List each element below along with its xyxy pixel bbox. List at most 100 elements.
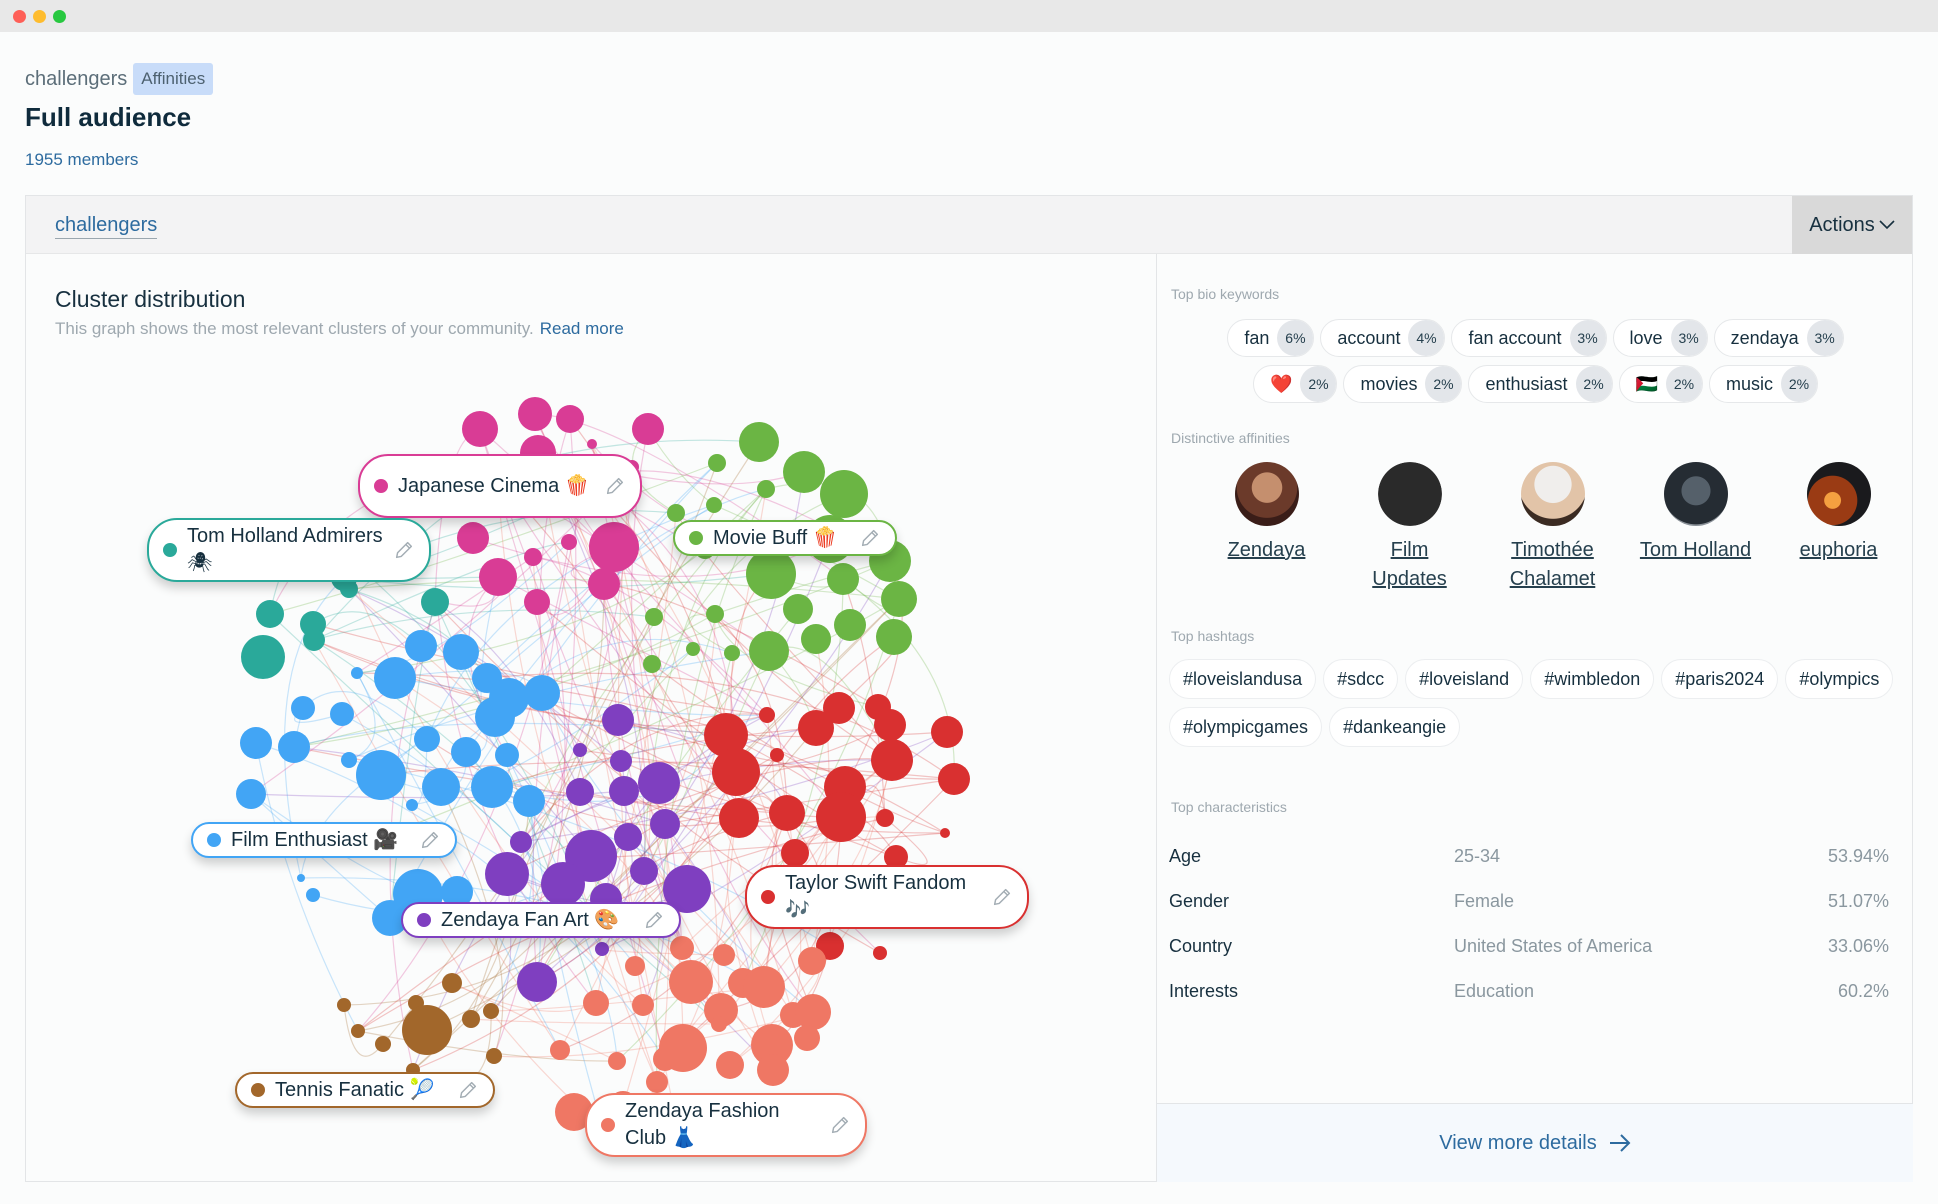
keyword-chip[interactable]: music 2% (1708, 365, 1818, 403)
cluster-node[interactable] (632, 413, 664, 445)
cluster-node[interactable] (739, 422, 779, 462)
cluster-node[interactable] (583, 990, 609, 1016)
cluster-node[interactable] (659, 1024, 707, 1072)
hashtag-chip[interactable]: #dankeangie (1329, 707, 1461, 747)
cluster-node[interactable] (510, 831, 532, 853)
cluster-node[interactable] (513, 785, 545, 817)
cluster-node[interactable] (405, 630, 437, 662)
actions-button[interactable]: Actions (1792, 196, 1912, 254)
cluster-node[interactable] (713, 944, 735, 966)
cluster-node[interactable] (589, 522, 639, 572)
cluster-node[interactable] (706, 605, 724, 623)
cluster-node[interactable] (816, 792, 866, 842)
cluster-node[interactable] (827, 563, 859, 595)
tom-holland-avatar[interactable] (1663, 462, 1728, 526)
cluster-node[interactable] (524, 675, 560, 711)
minimize-window-button[interactable] (33, 10, 46, 23)
affinity-item[interactable]: euphoria (1767, 462, 1910, 594)
hashtag-chip[interactable]: #olympics (1785, 659, 1894, 699)
cluster-node[interactable] (422, 768, 460, 806)
cluster-node[interactable] (724, 645, 740, 661)
cluster-node[interactable] (297, 874, 305, 882)
cluster-node[interactable] (871, 739, 913, 781)
cluster-node[interactable] (708, 454, 726, 472)
keyword-chip[interactable]: 🇵🇸 2% (1618, 365, 1703, 403)
cluster-node[interactable] (798, 710, 834, 746)
cluster-node[interactable] (442, 973, 462, 993)
cluster-node[interactable] (834, 609, 866, 641)
keyword-chip[interactable]: fan account 3% (1451, 319, 1607, 357)
cluster-node[interactable] (646, 1071, 668, 1093)
cluster-node[interactable] (341, 752, 357, 768)
cluster-node[interactable] (306, 888, 320, 902)
hashtag-chip[interactable]: #paris2024 (1661, 659, 1779, 699)
pencil-icon[interactable] (991, 886, 1013, 908)
cluster-node[interactable] (881, 581, 917, 617)
cluster-node[interactable] (330, 702, 354, 726)
cluster-node[interactable] (801, 624, 831, 654)
cluster-node[interactable] (443, 634, 479, 670)
close-window-button[interactable] (13, 10, 26, 23)
cluster-label[interactable]: Japanese Cinema 🍿 (358, 454, 642, 518)
affinity-item[interactable]: Tom Holland (1624, 462, 1767, 594)
keyword-chip[interactable]: ❤️ 2% (1253, 365, 1338, 403)
cluster-node[interactable] (783, 451, 825, 493)
cluster-label[interactable]: Tennis Fanatic 🎾 (235, 1072, 495, 1108)
hashtag-chip[interactable]: #olympicgames (1169, 707, 1323, 747)
cluster-node[interactable] (351, 1024, 365, 1038)
cluster-node[interactable] (667, 504, 685, 522)
cluster-node[interactable] (486, 1048, 502, 1064)
cluster-node[interactable] (746, 549, 796, 599)
affinity-link[interactable]: Timothée Chalamet (1508, 536, 1598, 594)
cluster-node[interactable] (711, 1016, 727, 1032)
cluster-node[interactable] (757, 1054, 789, 1086)
cluster-node[interactable] (402, 1005, 452, 1055)
cluster-node[interactable] (625, 956, 645, 976)
cluster-node[interactable] (670, 936, 694, 960)
cluster-label[interactable]: Tom Holland Admirers 🕷 (147, 518, 431, 582)
affinity-link[interactable]: Tom Holland (1640, 536, 1751, 565)
cluster-node[interactable] (794, 1025, 820, 1051)
cluster-node[interactable] (609, 776, 639, 806)
maximize-window-button[interactable] (53, 10, 66, 23)
cluster-node[interactable] (485, 852, 529, 896)
cluster-node[interactable] (550, 1040, 570, 1060)
zendaya-avatar[interactable] (1234, 462, 1299, 526)
affinity-link[interactable]: Film Updates (1365, 536, 1455, 594)
cluster-node[interactable] (524, 589, 550, 615)
cluster-node[interactable] (743, 966, 785, 1008)
keyword-chip[interactable]: love 3% (1612, 319, 1708, 357)
cluster-label[interactable]: Movie Buff 🍿 (673, 520, 897, 556)
cluster-node[interactable] (608, 1052, 626, 1070)
cluster-label[interactable]: Film Enthusiast 🎥 (191, 822, 457, 858)
cluster-node[interactable] (236, 779, 266, 809)
cluster-node[interactable] (632, 994, 654, 1016)
cluster-node[interactable] (686, 642, 700, 656)
cluster-node[interactable] (781, 839, 809, 867)
cluster-node[interactable] (241, 635, 285, 679)
cluster-node[interactable] (931, 716, 963, 748)
cluster-node[interactable] (795, 994, 831, 1030)
cluster-node[interactable] (783, 594, 813, 624)
euphoria-avatar[interactable] (1806, 462, 1871, 526)
cluster-node[interactable] (489, 678, 529, 718)
keyword-chip[interactable]: fan 6% (1227, 319, 1315, 357)
cluster-node[interactable] (524, 548, 542, 566)
cluster-node[interactable] (595, 942, 609, 956)
cluster-node[interactable] (938, 763, 970, 795)
cluster-graph[interactable] (26, 254, 1156, 1182)
cluster-node[interactable] (749, 631, 789, 671)
cluster-node[interactable] (820, 470, 868, 518)
cluster-node[interactable] (706, 497, 722, 513)
cluster-node[interactable] (351, 667, 363, 679)
cluster-node[interactable] (865, 694, 891, 720)
pencil-icon[interactable] (457, 1079, 479, 1101)
pencil-icon[interactable] (393, 539, 415, 561)
hashtag-chip[interactable]: #sdcc (1323, 659, 1399, 699)
cluster-node[interactable] (602, 704, 634, 736)
cluster-node[interactable] (940, 828, 950, 838)
cluster-node[interactable] (759, 707, 775, 723)
cluster-label[interactable]: Taylor Swift Fandom 🎶 (745, 865, 1029, 929)
cluster-node[interactable] (614, 823, 642, 851)
cluster-node[interactable] (876, 809, 894, 827)
